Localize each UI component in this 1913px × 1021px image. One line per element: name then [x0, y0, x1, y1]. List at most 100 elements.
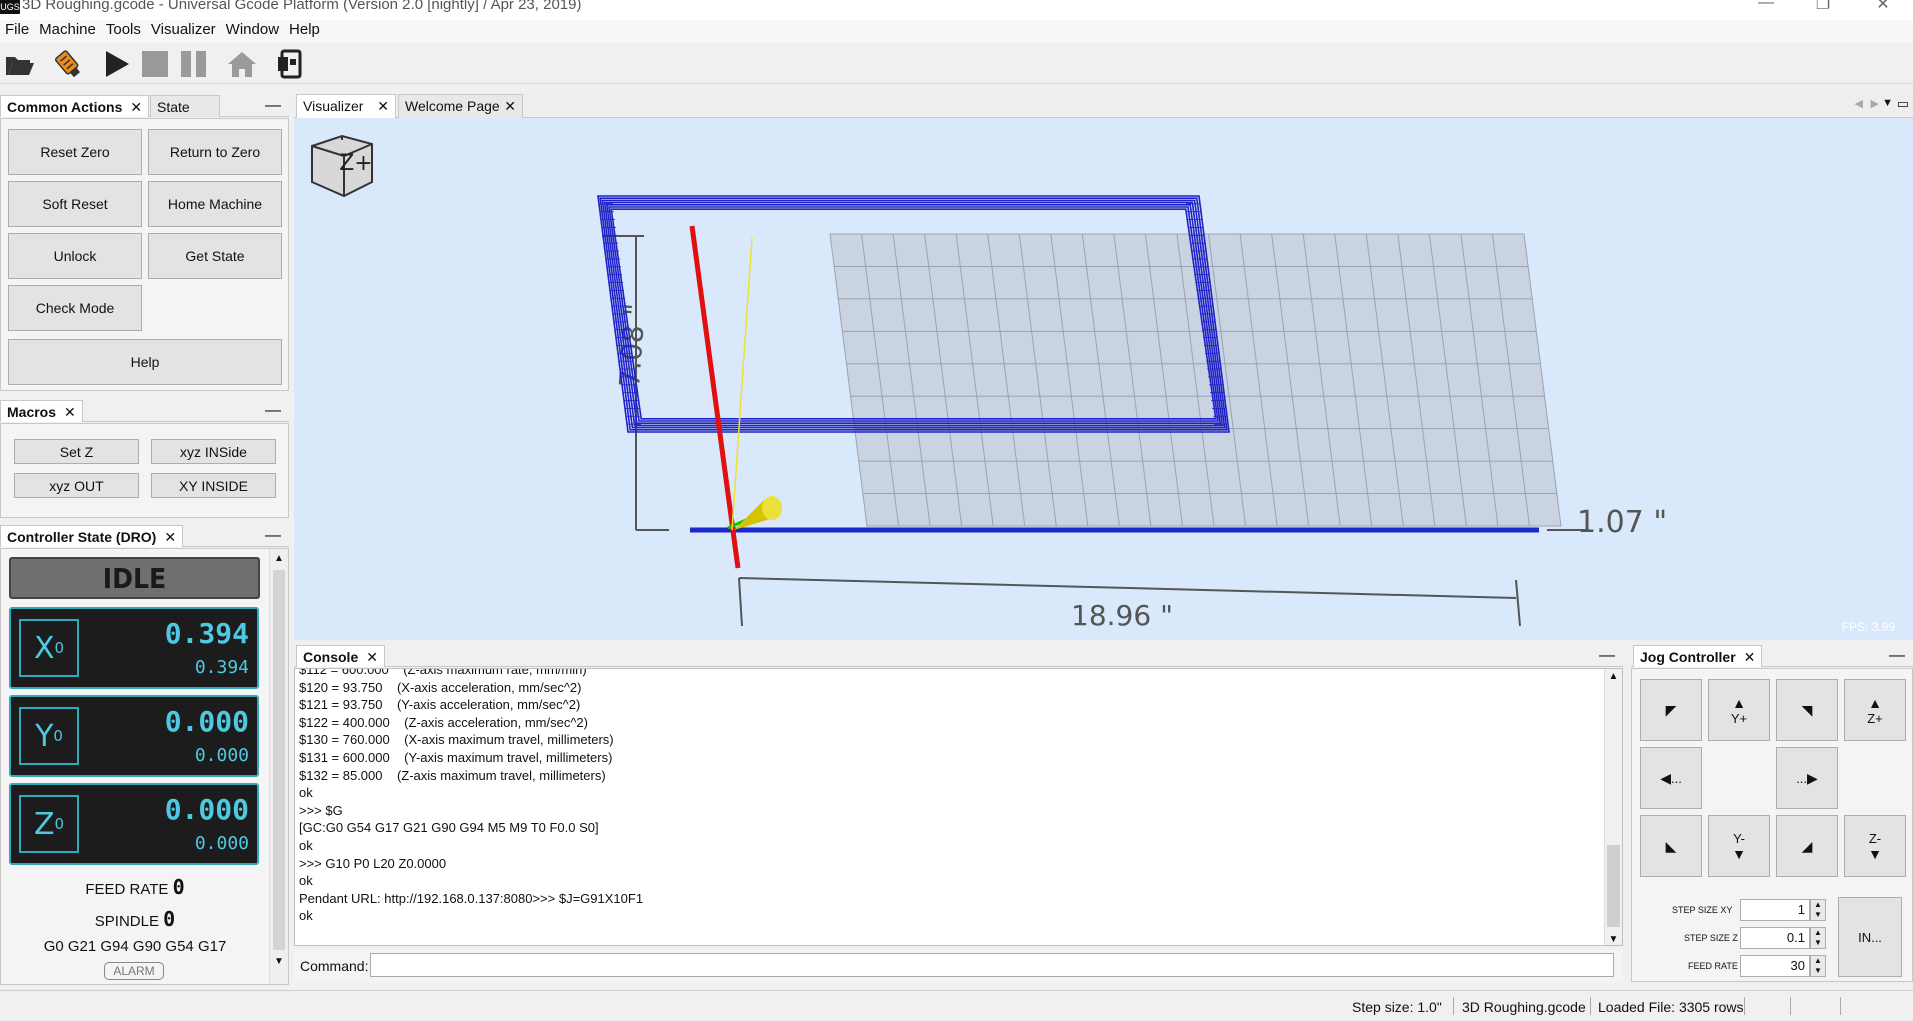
- dro-scrollbar[interactable]: ▲ ▼: [269, 549, 288, 984]
- dimension-z-label: 1.07 ": [1577, 505, 1667, 540]
- maximize-editor-icon[interactable]: ▭: [1897, 96, 1909, 112]
- close-icon[interactable]: ✕: [1744, 649, 1756, 665]
- console-header: Console ✕ —: [294, 645, 1623, 667]
- tab-welcome-page[interactable]: Welcome Page ✕: [398, 94, 523, 118]
- console-output[interactable]: $112 = 600.000 (Z-axis maximum rate, mm/…: [294, 668, 1623, 946]
- minimize-window-icon[interactable]: —: [1743, 0, 1789, 12]
- step-size-z-label: STEP SIZE Z: [1684, 933, 1738, 943]
- home-machine-button[interactable]: Home Machine: [148, 181, 282, 227]
- scroll-thumb[interactable]: [1607, 845, 1620, 927]
- tab-common-actions[interactable]: Common Actions ✕: [0, 95, 150, 117]
- minimize-panel-icon[interactable]: —: [265, 527, 281, 545]
- check-mode-button[interactable]: Check Mode: [8, 285, 142, 331]
- reset-zero-button[interactable]: Reset Zero: [8, 129, 142, 175]
- jog-y-plus-button[interactable]: ▲ Y+: [1708, 679, 1770, 741]
- home-icon[interactable]: [226, 48, 258, 80]
- x-zero-button[interactable]: X0: [19, 619, 79, 677]
- units-button[interactable]: IN...: [1838, 897, 1902, 977]
- console-line: >>> $G: [299, 802, 343, 818]
- menu-help[interactable]: Help: [284, 20, 325, 40]
- arrow-up-icon: ▲: [1868, 694, 1882, 711]
- soft-reset-button[interactable]: Soft Reset: [8, 181, 142, 227]
- tab-list-icon[interactable]: ▼: [1882, 97, 1893, 109]
- jog-x-minus-y-plus-button[interactable]: ◤: [1640, 679, 1702, 741]
- macro-xyz-out-button[interactable]: xyz OUT: [14, 473, 139, 498]
- tab-state[interactable]: State: [150, 95, 220, 117]
- jog-x-minus-button[interactable]: ◀...: [1640, 747, 1702, 809]
- jog-x-plus-y-plus-button[interactable]: ◥: [1776, 679, 1838, 741]
- tab-jog-controller[interactable]: Jog Controller ✕: [1633, 645, 1763, 667]
- jog-z-plus-button[interactable]: ▲ Z+: [1844, 679, 1906, 741]
- tab-console[interactable]: Console ✕: [296, 645, 385, 667]
- step-size-z-spinner[interactable]: ▲ ▼: [1810, 927, 1826, 949]
- jog-label: ...: [1670, 770, 1682, 786]
- close-icon[interactable]: ✕: [130, 99, 142, 115]
- console-scrollbar[interactable]: ▲ ▼: [1604, 669, 1622, 945]
- open-folder-icon[interactable]: [4, 48, 36, 80]
- axis-letter: Y: [35, 718, 54, 754]
- scroll-up-icon[interactable]: ▲: [1605, 671, 1622, 682]
- minimize-panel-icon[interactable]: —: [1889, 647, 1905, 665]
- menu-visualizer[interactable]: Visualizer: [146, 20, 221, 40]
- stop-icon[interactable]: [139, 48, 171, 80]
- z-zero-button[interactable]: Z0: [19, 795, 79, 853]
- close-icon[interactable]: ✕: [377, 95, 389, 117]
- macro-xy-inside-button[interactable]: XY INSIDE: [151, 473, 276, 498]
- dro-panel: IDLE X0 0.394 0.394 Y0 0.000 0.000 Z0 0.…: [0, 548, 289, 985]
- feed-rate-label: FEED RATE: [85, 881, 169, 898]
- scroll-up-icon[interactable]: ▲: [270, 553, 288, 564]
- command-input[interactable]: [370, 953, 1614, 977]
- visualizer-viewport[interactable]: Z+ 7.08 " 18.96 " 1.07 " FPS: 3.99: [294, 118, 1913, 640]
- macros-header: Macros ✕ —: [0, 400, 289, 422]
- scroll-thumb[interactable]: [273, 570, 285, 950]
- close-window-icon[interactable]: ✕: [1860, 0, 1906, 14]
- get-state-button[interactable]: Get State: [148, 233, 282, 279]
- scroll-down-icon[interactable]: ▼: [1605, 934, 1622, 945]
- tab-macros[interactable]: Macros ✕: [0, 400, 83, 422]
- tab-dro[interactable]: Controller State (DRO) ✕: [0, 525, 184, 547]
- step-size-xy-input[interactable]: 1: [1740, 899, 1810, 921]
- y-zero-button[interactable]: Y0: [19, 707, 79, 765]
- jog-y-minus-button[interactable]: Y- ▼: [1708, 815, 1770, 877]
- window-title: 3D Roughing.gcode - Universal Gcode Plat…: [22, 0, 582, 13]
- tab-visualizer[interactable]: Visualizer ✕: [296, 94, 396, 118]
- jog-z-minus-button[interactable]: Z- ▼: [1844, 815, 1906, 877]
- outline-icon[interactable]: [274, 48, 306, 80]
- macro-set-z-button[interactable]: Set Z: [14, 439, 139, 464]
- play-icon[interactable]: [101, 48, 133, 80]
- pause-icon[interactable]: [178, 48, 210, 80]
- close-icon[interactable]: ✕: [366, 649, 378, 665]
- close-icon[interactable]: ✕: [504, 95, 516, 117]
- jog-x-plus-y-minus-button[interactable]: ◢: [1776, 815, 1838, 877]
- jog-feed-rate-input[interactable]: 30: [1740, 955, 1810, 977]
- step-size-z-input[interactable]: 0.1: [1740, 927, 1810, 949]
- connect-icon[interactable]: [52, 48, 84, 80]
- jog-header: Jog Controller ✕ —: [1631, 645, 1913, 667]
- status-bar: Step size: 1.0" 3D Roughing.gcode Loaded…: [0, 990, 1913, 1021]
- menu-file[interactable]: File: [0, 20, 34, 40]
- jog-x-plus-button[interactable]: ... ▶: [1776, 747, 1838, 809]
- help-button[interactable]: Help: [8, 339, 282, 385]
- unlock-button[interactable]: Unlock: [8, 233, 142, 279]
- jog-feed-rate-spinner[interactable]: ▲ ▼: [1810, 955, 1826, 977]
- jog-x-minus-y-minus-button[interactable]: ◣: [1640, 815, 1702, 877]
- close-icon[interactable]: ✕: [164, 529, 176, 545]
- menu-tools[interactable]: Tools: [101, 20, 146, 40]
- macro-xyz-inside-button[interactable]: xyz INSide: [151, 439, 276, 464]
- arrow-down-icon: ▼: [1732, 845, 1746, 862]
- tab-scroll-right-icon[interactable]: ▶: [1871, 97, 1879, 110]
- menu-window[interactable]: Window: [221, 20, 284, 40]
- menu-machine[interactable]: Machine: [34, 20, 101, 40]
- tab-scroll-left-icon[interactable]: ◀: [1855, 97, 1863, 110]
- close-icon[interactable]: ✕: [64, 404, 76, 420]
- return-to-zero-button[interactable]: Return to Zero: [148, 129, 282, 175]
- step-size-xy-spinner[interactable]: ▲ ▼: [1810, 899, 1826, 921]
- minimize-panel-icon[interactable]: —: [1599, 647, 1615, 665]
- minimize-panel-icon[interactable]: —: [265, 402, 281, 420]
- scroll-down-icon[interactable]: ▼: [270, 956, 288, 967]
- minimize-panel-icon[interactable]: —: [265, 97, 281, 115]
- tab-label: Macros: [7, 404, 57, 420]
- console-line: $132 = 85.000 (Z-axis maximum travel, mi…: [299, 767, 606, 783]
- view-cube-icon[interactable]: Z+: [311, 134, 373, 198]
- maximize-window-icon[interactable]: ❐: [1800, 0, 1846, 14]
